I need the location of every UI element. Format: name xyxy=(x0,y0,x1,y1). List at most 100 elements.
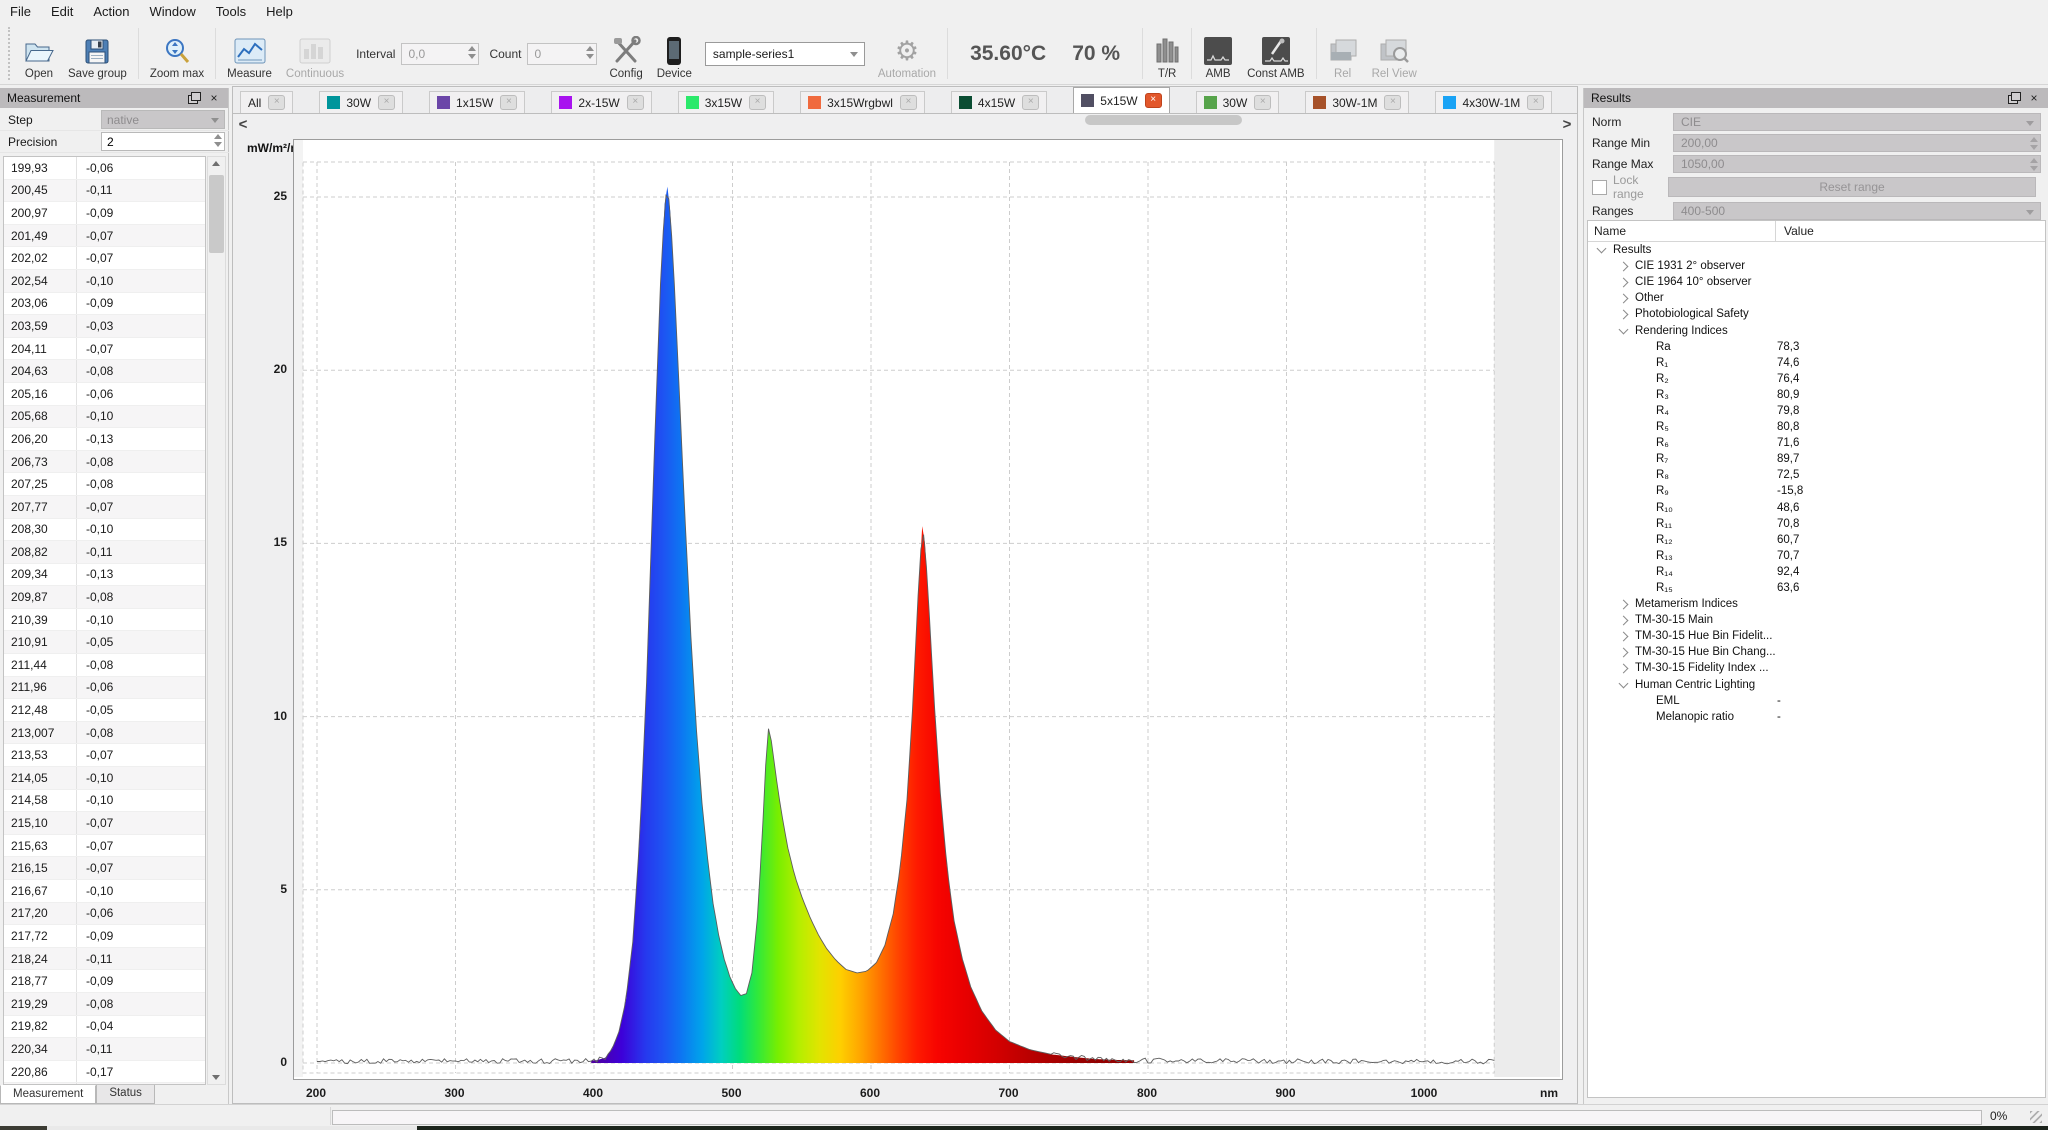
expand-icon[interactable] xyxy=(1619,261,1629,271)
tree-row[interactable]: EML- xyxy=(1588,693,2045,709)
tab-close-icon[interactable]: × xyxy=(500,95,517,110)
measure-button[interactable]: Measure xyxy=(220,23,279,84)
tab-close-icon[interactable]: × xyxy=(900,95,917,110)
menu-action[interactable]: Action xyxy=(83,1,139,22)
resize-grip-icon[interactable] xyxy=(2030,1111,2042,1123)
table-row[interactable]: 210,39-0,10 xyxy=(4,609,205,632)
tree-row[interactable]: R₈72,5 xyxy=(1588,467,2045,483)
tree-row[interactable]: Rendering Indices xyxy=(1588,322,2045,338)
series-tab-4x30w-1m[interactable]: 4x30W-1M× xyxy=(1435,91,1552,113)
tab-close-icon[interactable]: × xyxy=(1527,95,1544,110)
tree-row[interactable]: TM-30-15 Fidelity Index ... xyxy=(1588,660,2045,676)
tree-row[interactable]: R₄79,8 xyxy=(1588,403,2045,419)
table-row[interactable]: 210,91-0,05 xyxy=(4,631,205,654)
precision-input[interactable]: 2 xyxy=(101,132,225,151)
table-row[interactable]: 205,16-0,06 xyxy=(4,383,205,406)
expand-icon[interactable] xyxy=(1619,664,1629,674)
series-tab-2x-15w[interactable]: 2x-15W× xyxy=(551,91,651,113)
toolbar-drag-handle[interactable] xyxy=(8,27,15,80)
name-column-header[interactable]: Name xyxy=(1588,221,1776,241)
table-row[interactable]: 202,02-0,07 xyxy=(4,247,205,270)
const-amb-button[interactable]: Const AMB xyxy=(1240,23,1312,84)
table-row[interactable]: 200,97-0,09 xyxy=(4,202,205,225)
measurement-scrollbar[interactable] xyxy=(207,156,226,1085)
collapse-icon[interactable] xyxy=(1597,244,1607,254)
ranges-select[interactable]: 400-500 xyxy=(1673,202,2041,220)
series-tab-30w-1m[interactable]: 30W-1M× xyxy=(1305,91,1409,113)
table-row[interactable]: 204,11-0,07 xyxy=(4,338,205,361)
table-row[interactable]: 214,58-0,10 xyxy=(4,790,205,813)
tree-row[interactable]: R₁₁70,8 xyxy=(1588,516,2045,532)
table-row[interactable]: 214,05-0,10 xyxy=(4,767,205,790)
measurement-table[interactable]: 199,93-0,06200,45-0,11200,97-0,09201,49-… xyxy=(3,156,206,1085)
table-row[interactable]: 209,87-0,08 xyxy=(4,586,205,609)
tree-row[interactable]: R₆71,6 xyxy=(1588,435,2045,451)
tr-button[interactable]: T/R xyxy=(1147,23,1187,84)
automation-button[interactable]: ⚙ Automation xyxy=(871,23,943,84)
tree-row[interactable]: TM-30-15 Hue Bin Fidelit... xyxy=(1588,628,2045,644)
tree-row[interactable]: CIE 1964 10° observer xyxy=(1588,274,2045,290)
tab-scrollbar-thumb[interactable] xyxy=(1085,115,1242,125)
expand-icon[interactable] xyxy=(1619,647,1629,657)
tree-row[interactable]: R₁₄92,4 xyxy=(1588,564,2045,580)
series-tab-3x15wrgbwl[interactable]: 3x15Wrgbwl× xyxy=(800,91,925,113)
continuous-button[interactable]: Continuous xyxy=(279,23,351,84)
float-panel-icon[interactable] xyxy=(187,92,201,104)
series-tab-30w[interactable]: 30W× xyxy=(319,91,403,113)
table-row[interactable]: 208,30-0,10 xyxy=(4,519,205,542)
range-max-input[interactable]: 1050,00 xyxy=(1673,155,2041,173)
table-row[interactable]: 199,93-0,06 xyxy=(4,157,205,180)
table-row[interactable]: 220,34-0,11 xyxy=(4,1038,205,1061)
tree-row[interactable]: R₁₂60,7 xyxy=(1588,532,2045,548)
rel-button[interactable]: Rel xyxy=(1321,23,1365,84)
series-tab-30w[interactable]: 30W× xyxy=(1196,91,1280,113)
device-button[interactable]: Device xyxy=(650,23,699,84)
close-panel-icon[interactable]: × xyxy=(207,92,221,104)
norm-select[interactable]: CIE xyxy=(1673,113,2041,131)
count-input[interactable]: 0 xyxy=(527,43,597,65)
collapse-icon[interactable] xyxy=(1619,324,1629,334)
menu-file[interactable]: File xyxy=(0,1,41,22)
tree-row[interactable]: R₃80,9 xyxy=(1588,387,2045,403)
close-panel-icon[interactable]: × xyxy=(2027,92,2041,104)
table-row[interactable]: 206,20-0,13 xyxy=(4,428,205,451)
tab-close-icon[interactable]: × xyxy=(1384,95,1401,110)
expand-icon[interactable] xyxy=(1619,277,1629,287)
spectrum-chart-canvas[interactable] xyxy=(293,139,1563,1080)
tree-row[interactable]: R₁₃70,7 xyxy=(1588,548,2045,564)
table-row[interactable]: 218,24-0,11 xyxy=(4,948,205,971)
tree-row[interactable]: CIE 1931 2° observer xyxy=(1588,258,2045,274)
precision-spin-arrows[interactable] xyxy=(214,134,222,147)
tree-row[interactable]: Photobiological Safety xyxy=(1588,306,2045,322)
range-min-spin-arrows[interactable] xyxy=(2030,137,2038,150)
tab-close-icon[interactable]: × xyxy=(1145,93,1162,108)
tab-close-icon[interactable]: × xyxy=(627,95,644,110)
tree-row[interactable]: R₁₀48,6 xyxy=(1588,500,2045,516)
table-row[interactable]: 215,10-0,07 xyxy=(4,812,205,835)
tab-close-icon[interactable]: × xyxy=(1254,95,1271,110)
table-row[interactable]: 206,73-0,08 xyxy=(4,451,205,474)
menu-help[interactable]: Help xyxy=(256,1,303,22)
expand-icon[interactable] xyxy=(1619,599,1629,609)
count-spin-arrows[interactable] xyxy=(586,46,594,59)
table-row[interactable]: 201,49-0,07 xyxy=(4,225,205,248)
panel-tab-status[interactable]: Status xyxy=(96,1085,155,1104)
reset-range-button[interactable]: Reset range xyxy=(1668,177,2036,197)
menu-tools[interactable]: Tools xyxy=(206,1,256,22)
table-row[interactable]: 200,45-0,11 xyxy=(4,180,205,203)
table-row[interactable]: 215,63-0,07 xyxy=(4,835,205,858)
open-button[interactable]: Open xyxy=(17,23,61,84)
table-row[interactable]: 202,54-0,10 xyxy=(4,270,205,293)
tab-close-icon[interactable]: × xyxy=(268,95,285,110)
table-row[interactable]: 217,72-0,09 xyxy=(4,925,205,948)
tree-row[interactable]: Human Centric Lighting xyxy=(1588,677,2045,693)
tree-row[interactable]: Metamerism Indices xyxy=(1588,596,2045,612)
tab-scroll-right-icon[interactable]: > xyxy=(1559,116,1575,133)
table-row[interactable]: 218,77-0,09 xyxy=(4,970,205,993)
table-row[interactable]: 213,007-0,08 xyxy=(4,722,205,745)
value-column-header[interactable]: Value xyxy=(1776,224,1814,238)
table-row[interactable]: 203,06-0,09 xyxy=(4,293,205,316)
scroll-down-icon[interactable] xyxy=(212,1075,220,1080)
table-row[interactable]: 209,34-0,13 xyxy=(4,564,205,587)
panel-tab-measurement[interactable]: Measurement xyxy=(0,1085,96,1104)
